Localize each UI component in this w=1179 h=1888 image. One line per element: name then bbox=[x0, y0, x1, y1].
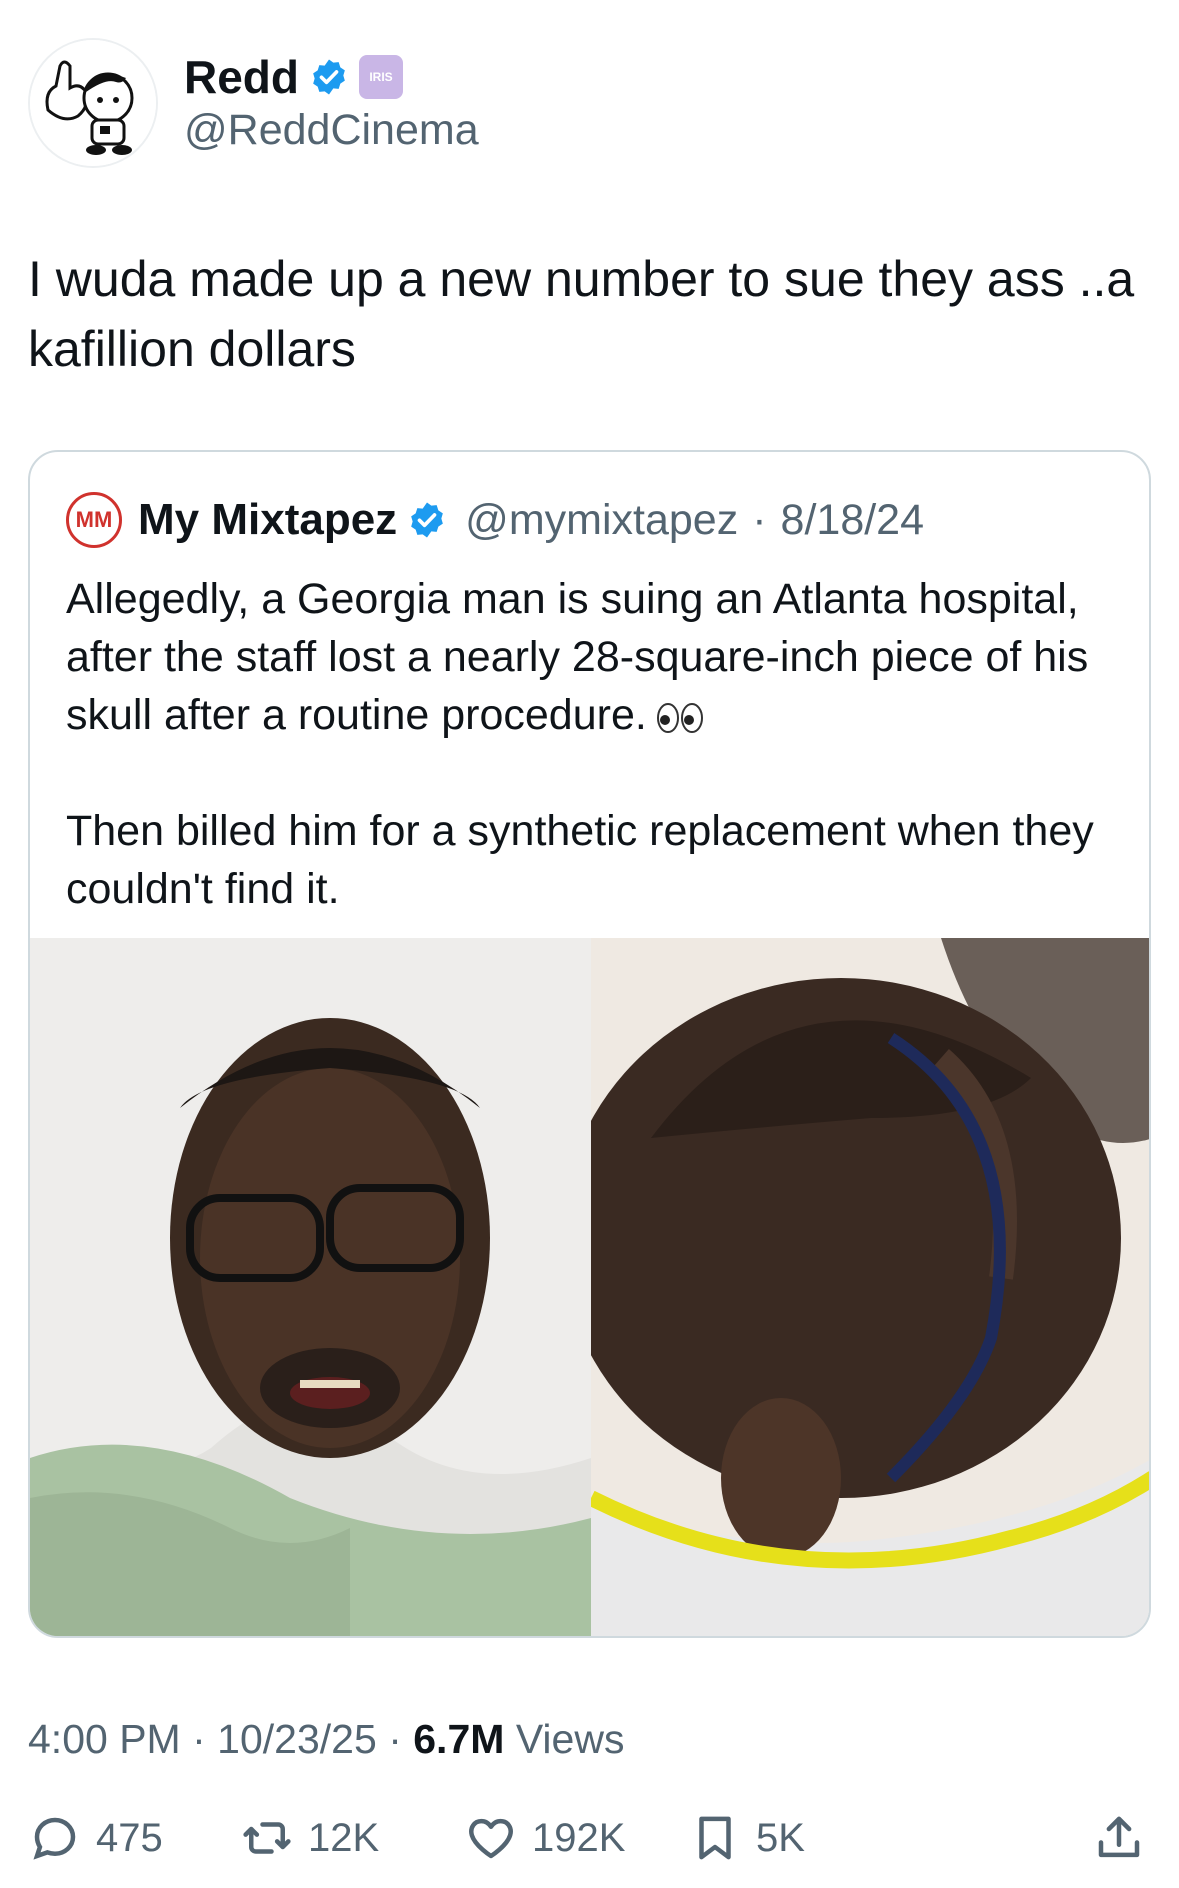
tweet-timestamp: 4:00 PM · 10/23/25 · 6.7M Views bbox=[28, 1716, 624, 1763]
mymixtapez-logo-icon: MM bbox=[66, 492, 122, 548]
photo-skull-indentation[interactable] bbox=[591, 938, 1149, 1636]
quoted-handle: @mymixtapez bbox=[465, 495, 739, 544]
repost-icon bbox=[243, 1822, 291, 1854]
photo-man-in-hospital-bed[interactable] bbox=[30, 938, 591, 1636]
quoted-paragraph-2: Then billed him for a synthetic replacem… bbox=[66, 807, 1094, 913]
quoted-display-name: My Mixtapez bbox=[138, 495, 398, 544]
display-name[interactable]: Redd bbox=[184, 50, 299, 104]
views-label: Views bbox=[515, 1716, 625, 1762]
tweet-text: I wuda made up a new number to sue they … bbox=[28, 251, 1135, 377]
tweet-date[interactable]: 10/23/25 bbox=[217, 1716, 377, 1762]
tweet-time[interactable]: 4:00 PM bbox=[28, 1716, 181, 1762]
bookmark-button[interactable]: 5K bbox=[688, 1808, 805, 1868]
photo-skull-indentation-image bbox=[591, 938, 1149, 1636]
bookmark-icon bbox=[699, 1816, 731, 1860]
photo-man-in-hospital-bed-image bbox=[30, 938, 591, 1636]
share-icon bbox=[1098, 1816, 1140, 1858]
eyes-emoji-icon bbox=[656, 702, 703, 733]
bookmark-count: 5K bbox=[756, 1815, 805, 1860]
separator: · bbox=[752, 495, 767, 544]
views-count: 6.7M bbox=[413, 1716, 505, 1762]
quoted-paragraph-1: Allegedly, a Georgia man is suing an Atl… bbox=[66, 570, 1116, 744]
avatar-cartoon-icon bbox=[30, 40, 156, 166]
action-bar: 475 12K 192K 5K bbox=[28, 1808, 1151, 1868]
reply-icon bbox=[33, 1817, 76, 1860]
quoted-paragraph-1-text: Allegedly, a Georgia man is suing an Atl… bbox=[66, 575, 1089, 739]
author-handle[interactable]: @ReddCinema bbox=[184, 106, 479, 155]
reply-count: 475 bbox=[96, 1815, 163, 1860]
separator: · bbox=[388, 1716, 402, 1762]
repost-button[interactable]: 12K bbox=[240, 1808, 379, 1868]
heart-icon bbox=[469, 1818, 513, 1859]
quoted-media[interactable] bbox=[30, 938, 1149, 1636]
quoted-tweet-text: Allegedly, a Georgia man is suing an Atl… bbox=[66, 570, 1116, 918]
separator: · bbox=[192, 1716, 206, 1762]
tweet-header: Redd IRIS @ReddCinema bbox=[28, 38, 1148, 168]
name-row: Redd IRIS bbox=[184, 50, 403, 104]
repost-count: 12K bbox=[308, 1815, 380, 1860]
reply-button[interactable]: 475 bbox=[28, 1808, 163, 1868]
avatar[interactable] bbox=[28, 38, 158, 168]
quoted-tweet[interactable]: MM My Mixtapez @mymixtapez · 8/18/24 All… bbox=[28, 450, 1151, 1638]
iris-badge-icon: IRIS bbox=[359, 55, 403, 99]
verified-badge-icon bbox=[411, 502, 444, 538]
quoted-date: 8/18/24 bbox=[780, 495, 925, 544]
share-button[interactable] bbox=[1092, 1808, 1146, 1868]
quoted-tweet-header: MM My Mixtapez @mymixtapez · 8/18/24 bbox=[66, 492, 924, 548]
verified-badge-icon bbox=[313, 59, 345, 95]
like-button[interactable]: 192K bbox=[464, 1808, 625, 1868]
like-count: 192K bbox=[532, 1815, 626, 1860]
